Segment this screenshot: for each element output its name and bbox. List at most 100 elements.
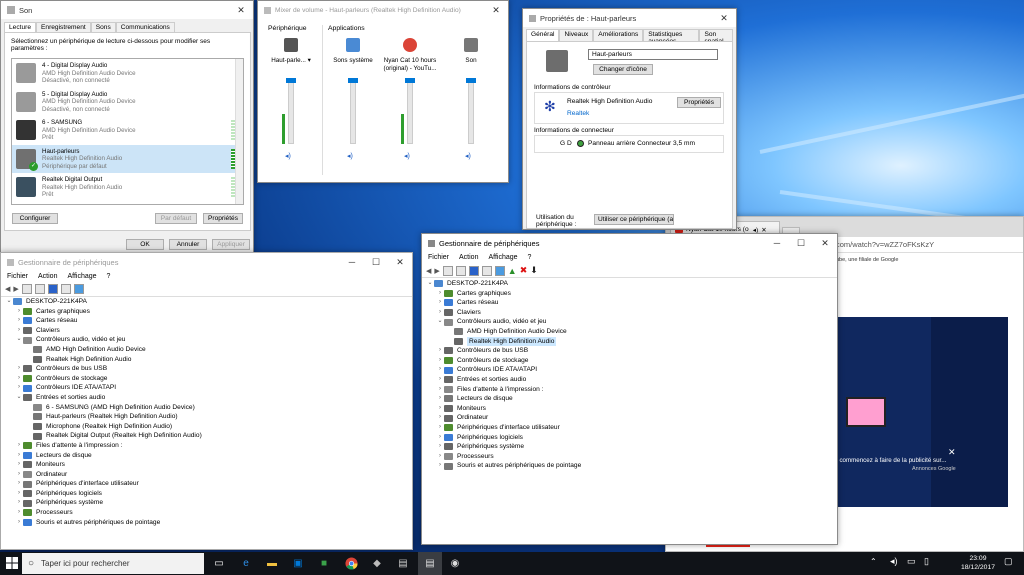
chevron-right-icon[interactable]: › <box>436 461 444 471</box>
close-icon[interactable]: ✕ <box>229 1 253 19</box>
tree-item[interactable]: › Cartes graphiques <box>424 289 834 299</box>
list-icon[interactable] <box>455 265 466 276</box>
network-tray-icon[interactable]: ▭ <box>907 556 916 567</box>
tray-up-icon[interactable]: ⌃ <box>870 557 877 566</box>
help-icon[interactable] <box>47 284 58 294</box>
chevron-right-icon[interactable]: › <box>15 451 23 461</box>
menu-help[interactable]: ? <box>528 254 532 261</box>
chevron-right-icon[interactable]: › <box>436 452 444 462</box>
tree-item[interactable]: ⌄ Entrées et sorties audio <box>3 393 408 403</box>
tree-item[interactable]: › Files d'attente à l'impression : <box>424 385 834 395</box>
chevron-right-icon[interactable]: › <box>15 518 23 528</box>
tree-item[interactable]: › Claviers <box>3 326 408 336</box>
tree-item[interactable]: 6 - SAMSUNG (AMD High Definition Audio D… <box>3 403 408 413</box>
tab-communications[interactable]: Communications <box>115 22 175 32</box>
tree-item[interactable]: › Processeurs <box>3 508 408 518</box>
store-icon[interactable]: ▣ <box>289 554 307 572</box>
tree-item[interactable]: ⌄ DESKTOP-221K4PA <box>424 279 834 289</box>
properties-icon[interactable] <box>481 265 492 276</box>
close-icon[interactable]: ✕ <box>712 9 736 27</box>
tree-item[interactable]: › Ordinateur <box>3 470 408 480</box>
volume-slider-thumb[interactable] <box>405 78 415 83</box>
chevron-right-icon[interactable]: › <box>15 498 23 508</box>
volume-slider[interactable] <box>288 78 294 144</box>
tree-item[interactable]: › Lecteurs de disque <box>424 394 834 404</box>
menu-action[interactable]: Action <box>459 254 478 261</box>
chevron-right-icon[interactable]: › <box>15 470 23 480</box>
tree-item[interactable]: › Contrôleurs de stockage <box>424 356 834 366</box>
chevron-right-icon[interactable]: › <box>15 508 23 518</box>
monitor-icon[interactable] <box>494 265 505 276</box>
tree-item[interactable]: › Souris et autres périphériques de point… <box>424 461 834 471</box>
device-list[interactable]: 4 - Digital Display Audio AMD High Defini… <box>11 58 244 205</box>
tree-item[interactable]: AMD High Definition Audio Device <box>424 327 834 337</box>
chevron-right-icon[interactable]: › <box>436 356 444 366</box>
change-icon-button[interactable]: Changer d'icône <box>593 64 653 75</box>
chevron-right-icon[interactable]: › <box>15 326 23 336</box>
tree-item[interactable]: › Contrôleurs de bus USB <box>3 364 408 374</box>
chevron-right-icon[interactable]: › <box>436 433 444 443</box>
properties-button[interactable]: Propriétés <box>203 213 243 224</box>
tree-item[interactable]: › Moniteurs <box>3 460 408 470</box>
tree-item[interactable]: ⌄ Contrôleurs audio, vidéo et jeu <box>424 317 834 327</box>
tree-item[interactable]: › Ordinateur <box>424 413 834 423</box>
tree-item[interactable]: › Contrôleurs de bus USB <box>424 346 834 356</box>
tree-item[interactable]: › Moniteurs <box>424 404 834 414</box>
tree-item[interactable]: › Souris et autres périphériques de point… <box>3 518 408 528</box>
tree-item[interactable]: › Périphériques d'interface utilisateur <box>424 423 834 433</box>
volume-slider-thumb[interactable] <box>348 78 358 83</box>
tree-item[interactable]: Realtek Digital Output (Realtek High Def… <box>3 431 408 441</box>
tree-item[interactable]: › Claviers <box>424 308 834 318</box>
tree-item[interactable]: ⌄ DESKTOP-221K4PA <box>3 297 408 307</box>
close-icon[interactable]: ✕ <box>388 253 412 271</box>
monitor-icon[interactable] <box>73 284 84 294</box>
menu-affichage[interactable]: Affichage <box>67 273 96 280</box>
chevron-right-icon[interactable]: › <box>15 489 23 499</box>
tree-item[interactable]: Microphone (Realtek High Definition Audi… <box>3 422 408 432</box>
task-view-icon[interactable]: ▭ <box>210 554 228 572</box>
device-manager-taskbar-icon[interactable]: ▤ <box>421 554 439 572</box>
menu-fichier[interactable]: Fichier <box>428 254 449 261</box>
update-driver-icon[interactable]: ▲ <box>508 266 517 276</box>
device-name-input[interactable]: Haut-parleurs <box>588 49 718 60</box>
chevron-right-icon[interactable]: › <box>436 375 444 385</box>
mixer-channel-label[interactable]: Haut-parle... ▾ <box>261 57 321 65</box>
apply-button[interactable]: Appliquer <box>212 239 250 250</box>
help-icon[interactable] <box>468 265 479 276</box>
chevron-right-icon[interactable]: › <box>436 442 444 452</box>
tree-item[interactable]: › Contrôleurs de stockage <box>3 374 408 384</box>
cancel-button[interactable]: Annuler <box>169 239 207 250</box>
mute-button[interactable]: ◂) <box>347 152 353 160</box>
controller-properties-button[interactable]: Propriétés <box>677 97 721 108</box>
chevron-down-icon[interactable]: ⌄ <box>436 317 444 327</box>
maximize-icon[interactable]: ☐ <box>364 253 388 271</box>
tree-item[interactable]: › Entrées et sorties audio <box>424 375 834 385</box>
minimize-icon[interactable]: ─ <box>340 253 364 271</box>
chevron-right-icon[interactable]: › <box>15 316 23 326</box>
chevron-right-icon[interactable]: › <box>15 374 23 384</box>
forward-icon[interactable]: ▶ <box>13 285 18 293</box>
device-list-item[interactable]: 4 - Digital Display Audio AMD High Defini… <box>12 59 243 88</box>
menu-action[interactable]: Action <box>38 273 57 280</box>
video-player[interactable]: ✕ t commencez à faire de la publicité su… <box>836 317 1008 507</box>
configure-button[interactable]: Configurer <box>12 213 58 224</box>
app-icon[interactable]: ■ <box>315 554 333 572</box>
menu-affichage[interactable]: Affichage <box>488 254 517 261</box>
device-list-item[interactable]: Realtek Digital Output Realtek High Defin… <box>12 173 243 202</box>
clock[interactable]: 23:09 18/12/2017 <box>958 554 998 572</box>
tab-sons[interactable]: Sons <box>90 22 116 32</box>
chevron-down-icon[interactable]: ⌄ <box>15 335 23 345</box>
chevron-right-icon[interactable]: › <box>436 365 444 375</box>
ok-button[interactable]: OK <box>126 239 164 250</box>
tree-item[interactable]: › Contrôleurs IDE ATA/ATAPI <box>3 383 408 393</box>
download-icon[interactable]: ⬇ <box>530 265 538 276</box>
back-icon[interactable]: ◀ <box>426 267 431 275</box>
tree-item[interactable]: Realtek High Definition Audio <box>3 355 408 365</box>
chevron-down-icon[interactable]: ⌄ <box>426 279 434 289</box>
chevron-right-icon[interactable]: › <box>436 298 444 308</box>
device-list-item[interactable]: ✓ Haut-parleurs Realtek High Definition Au… <box>12 144 243 173</box>
tree-item[interactable]: › Périphériques système <box>3 498 408 508</box>
app-icon[interactable]: ◆ <box>368 554 386 572</box>
device-list-item[interactable]: 6 - SAMSUNG AMD High Definition Audio Dev… <box>12 116 243 145</box>
windows-start-icon[interactable] <box>3 554 21 572</box>
